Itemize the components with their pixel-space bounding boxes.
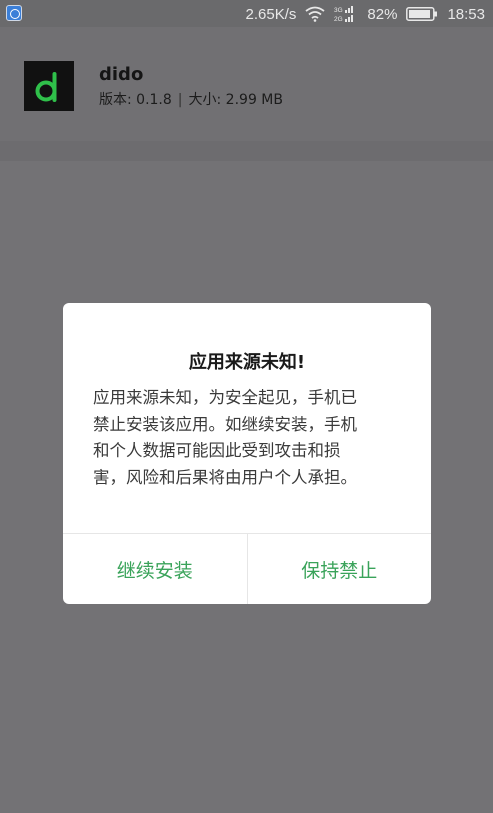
signal-label-3g: 3G xyxy=(334,7,343,14)
battery-icon xyxy=(406,7,438,21)
dialog-message-line: 禁止安装该应用。如继续安装，手机 xyxy=(93,414,357,434)
dialog-message-line: 和个人数据可能因此受到攻击和损 xyxy=(93,441,341,460)
network-speed: 2.65K/s xyxy=(245,5,297,23)
app-info-header: dido 版本: 0.1.8 | 大小: 2.99 MB xyxy=(0,27,493,141)
unknown-source-dialog: 应用来源未知! 应用来源未知，为安全起见，手机已 禁止安装该应用。如继续安装，手… xyxy=(63,303,431,604)
wifi-icon xyxy=(305,6,325,22)
app-size: 大小: 2.99 MB xyxy=(188,92,283,108)
dialog-message-line: 害，风险和后果将由用户个人承担。 xyxy=(93,467,357,487)
keep-blocked-button[interactable]: 保持禁止 xyxy=(248,534,432,604)
app-notification-icon xyxy=(6,5,22,21)
continue-install-button[interactable]: 继续安装 xyxy=(63,534,248,604)
header-divider xyxy=(0,141,493,161)
dialog-actions: 继续安装 保持禁止 xyxy=(63,533,431,604)
dialog-message: 应用来源未知，为安全起见，手机已 禁止安装该应用。如继续安装，手机 和个人数据可… xyxy=(93,385,405,491)
battery-percent: 82% xyxy=(367,5,398,23)
signal-icon: 3G 2G xyxy=(334,5,358,23)
app-meta: 版本: 0.1.8 | 大小: 2.99 MB xyxy=(99,89,283,109)
status-bar: 2.65K/s 3G 2G 82% 18:53 xyxy=(0,0,493,27)
app-version: 版本: 0.1.8 xyxy=(99,92,172,108)
dialog-message-line: 应用来源未知，为安全起见，手机已 xyxy=(93,388,357,407)
signal-label-2g: 2G xyxy=(334,16,343,23)
app-name: dido xyxy=(99,64,144,85)
status-indicators: 2.65K/s 3G 2G 82% 18:53 xyxy=(246,4,485,24)
app-logo-icon xyxy=(24,61,74,111)
meta-separator: | xyxy=(177,92,183,108)
clock: 18:53 xyxy=(447,5,485,23)
dialog-title: 应用来源未知! xyxy=(188,352,306,373)
